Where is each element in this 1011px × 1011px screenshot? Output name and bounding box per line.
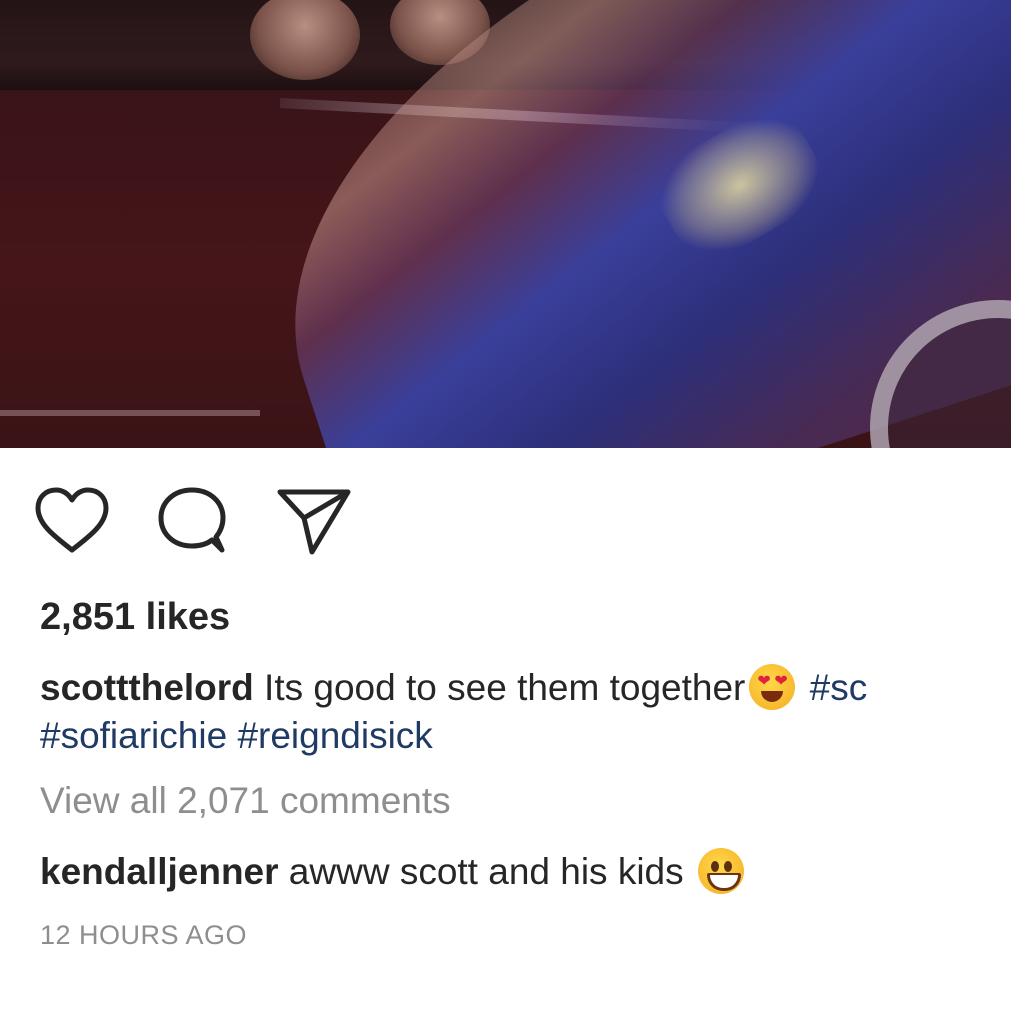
- heart-eyes-emoji-icon: ❤ ❤: [749, 664, 796, 710]
- comment-text: awww scott and his kids: [278, 851, 694, 892]
- hashtag-link[interactable]: #reigndisick: [237, 715, 432, 756]
- comment-username[interactable]: kendalljenner: [40, 851, 279, 892]
- post-timestamp: 12 HOURS AGO: [40, 920, 248, 950]
- heart-icon[interactable]: [34, 486, 110, 561]
- photo-hood-line: [0, 410, 260, 416]
- hashtag-link[interactable]: #sc: [810, 667, 868, 708]
- view-all-comments-link[interactable]: View all 2,071 comments: [40, 780, 451, 822]
- caption-text: Its good to see them together: [253, 667, 746, 708]
- grinning-face-emoji-icon: [697, 848, 744, 894]
- action-bar: [34, 486, 374, 558]
- paper-plane-icon[interactable]: [274, 486, 354, 563]
- post-photo[interactable]: [0, 0, 1011, 448]
- top-comment: kendalljenner awww scott and his kids: [40, 848, 748, 896]
- caption-username[interactable]: scottthelord: [40, 667, 254, 708]
- post-caption: scottthelord Its good to see them togeth…: [40, 664, 1011, 760]
- hashtag-link[interactable]: #sofiarichie: [40, 715, 227, 756]
- likes-count[interactable]: 2,851 likes: [40, 596, 230, 639]
- speech-bubble-icon[interactable]: [154, 486, 230, 563]
